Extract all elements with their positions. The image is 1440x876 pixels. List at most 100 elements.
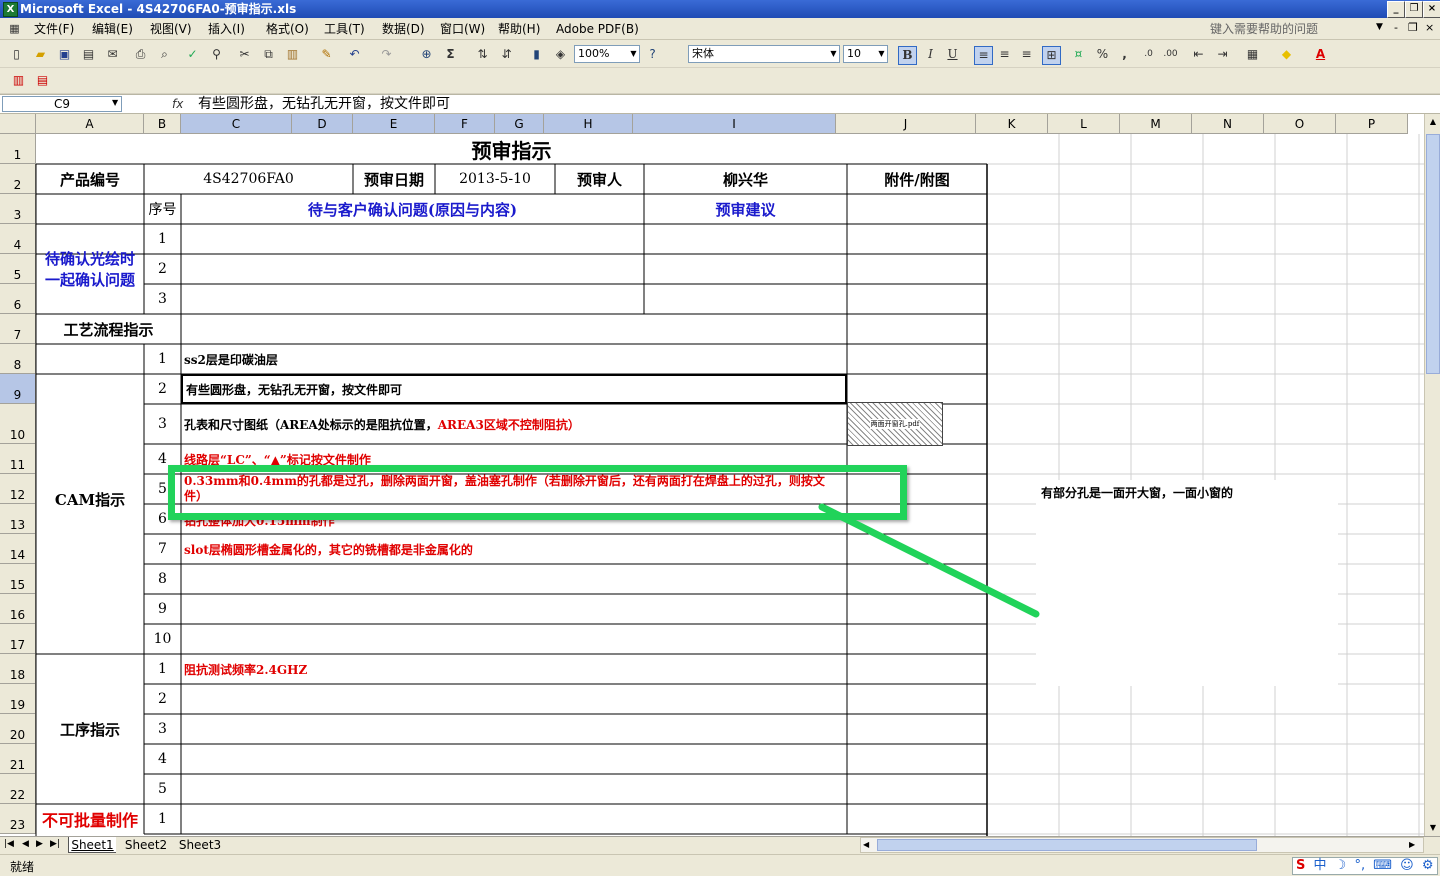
help-icon[interactable]: ? [644,46,661,63]
font-size-select[interactable]: 10 ▼ [843,45,888,63]
menu-format[interactable]: 格式(O) [266,21,309,37]
decrease-indent-icon[interactable]: ⇤ [1190,46,1207,63]
align-right-icon[interactable]: ≡ [1018,46,1035,63]
print-icon[interactable]: ⎙ [132,46,149,63]
ime-toolbar[interactable]: S 中 ☽ °, ⌨ ☺ ⚙ [1292,857,1438,875]
format-painter-icon[interactable]: ✎ [318,46,335,63]
align-center-icon[interactable]: ≡ [996,46,1013,63]
next-sheet-icon[interactable]: ▶ [36,839,43,849]
undo-icon[interactable]: ↶ [346,46,363,63]
ime-lang[interactable]: 中 [1314,858,1327,873]
doc-minimize-icon[interactable]: - [1394,21,1398,34]
autosum-icon[interactable]: Σ [442,46,459,63]
align-left-icon[interactable]: ≡ [974,46,993,65]
sheet-tab[interactable]: Sheet3 [174,837,226,853]
doc-icon[interactable]: ▦ [6,20,23,37]
pdf-toolbar: ▥ ▤ [0,68,1440,94]
sheet-tab[interactable]: Sheet2 [120,837,172,853]
scroll-right-icon[interactable]: ▶ [1409,838,1415,852]
close-button[interactable]: × [1423,1,1440,18]
keyboard-icon[interactable]: ⌨ [1373,858,1392,873]
font-size-value: 10 [847,47,861,60]
font-select[interactable]: 宋体 ▼ [688,45,840,63]
help-dropdown-icon[interactable]: ▼ [1376,22,1383,32]
sort-descending-icon[interactable]: ⇵ [498,46,515,63]
redo-icon[interactable]: ↷ [378,46,395,63]
menu-tools[interactable]: 工具(T) [324,21,365,37]
window-title: Microsoft Excel - 4S42706FA0-预审指示.xls [20,2,297,16]
convert-to-pdf-icon[interactable]: ▥ [10,72,27,89]
fx-icon[interactable]: fx [172,96,188,112]
doc-close-icon[interactable]: × [1425,21,1434,34]
cut-icon[interactable]: ✂ [236,46,253,63]
menu-help[interactable]: 帮助(H) [498,21,540,37]
permission-icon[interactable]: ▤ [80,46,97,63]
menu-data[interactable]: 数据(D) [382,21,425,37]
decrease-decimal-icon[interactable]: .00 [1162,46,1179,63]
wrench-icon[interactable]: ⚙ [1422,858,1434,873]
vertical-scrollbar[interactable]: ▲ ▼ [1424,114,1440,836]
moon-icon[interactable]: ☽ [1335,858,1347,873]
minimize-button[interactable]: _ [1387,1,1405,18]
menu-file[interactable]: 文件(F) [34,21,74,37]
percent-icon[interactable]: % [1094,46,1111,63]
spelling-icon[interactable]: ✓ [184,46,201,63]
drawing-icon[interactable]: ◈ [552,46,569,63]
print-preview-icon[interactable]: ⌕ [156,46,173,63]
menu-edit[interactable]: 编辑(E) [92,21,133,37]
status-ready: 就绪 [10,860,35,874]
comma-icon[interactable]: , [1116,46,1133,63]
scroll-down-icon[interactable]: ▼ [1425,820,1440,836]
pdf-email-icon[interactable]: ▤ [34,72,51,89]
name-box[interactable]: C9 [2,96,122,112]
italic-button[interactable]: I [922,46,939,63]
font-dropdown-icon[interactable]: ▼ [828,46,839,62]
sort-ascending-icon[interactable]: ⇅ [474,46,491,63]
punct-icon[interactable]: °, [1354,858,1365,873]
scroll-up-icon[interactable]: ▲ [1425,114,1440,130]
menu-view[interactable]: 视图(V) [150,21,192,37]
new-icon[interactable]: ▯ [8,46,25,63]
user-icon[interactable]: ☺ [1400,858,1414,873]
menu-window[interactable]: 窗口(W) [440,21,485,37]
title-bar: X Microsoft Excel - 4S42706FA0-预审指示.xls … [0,0,1440,18]
sheet-tab-active[interactable]: Sheet1 [68,837,116,853]
chart-wizard-icon[interactable]: ▮ [528,46,545,63]
borders-icon[interactable]: ▦ [1244,46,1261,63]
increase-indent-icon[interactable]: ⇥ [1214,46,1231,63]
menu-insert[interactable]: 插入(I) [208,21,245,37]
bold-button[interactable]: B [898,46,917,65]
menu-adobe-pdf[interactable]: Adobe PDF(B) [556,21,639,37]
scroll-thumb[interactable] [1426,134,1440,374]
restore-button[interactable]: ❐ [1405,1,1423,18]
increase-decimal-icon[interactable]: .0 [1140,46,1157,63]
scroll-left-icon[interactable]: ◀ [863,838,869,852]
prev-sheet-icon[interactable]: ◀ [22,839,29,849]
last-sheet-icon[interactable]: ▶| [50,839,60,849]
email-icon[interactable]: ✉ [104,46,121,63]
formula-input[interactable]: 有些圆形盘，无钻孔无开窗，按文件即可 [198,95,1198,113]
zoom-select[interactable]: 100% ▼ [574,45,640,63]
fill-color-icon[interactable]: ◆ [1278,46,1295,63]
copy-icon[interactable]: ⧉ [260,46,277,63]
horizontal-scrollbar[interactable]: ◀ ▶ [860,837,1424,853]
underline-button[interactable]: U [944,46,961,63]
name-box-dropdown-icon[interactable]: ▼ [112,98,118,107]
paste-icon[interactable]: ▥ [284,46,301,63]
hyperlink-icon[interactable]: ⊕ [418,46,435,63]
font-color-icon[interactable]: A [1312,46,1329,63]
sogou-icon[interactable]: S [1296,858,1305,873]
zoom-dropdown-icon[interactable]: ▼ [628,46,639,62]
cell-reference: C9 [53,97,70,111]
first-sheet-icon[interactable]: |◀ [4,839,14,849]
open-icon[interactable]: ▰ [32,46,49,63]
worksheet: ABCDEFGHIJKLMNOP 1 2 3 4 5 6 7 8 9 10 11 12 13 14 15 16… [0,114,1424,836]
merge-center-icon[interactable]: ⊞ [1042,46,1061,65]
research-icon[interactable]: ⚲ [208,46,225,63]
help-search-input[interactable]: 键入需要帮助的问题 [1210,21,1390,38]
save-icon[interactable]: ▣ [56,46,73,63]
font-size-dropdown-icon[interactable]: ▼ [876,46,887,62]
currency-icon[interactable]: ¤ [1070,46,1087,63]
doc-restore-icon[interactable]: ❐ [1408,21,1418,34]
h-scroll-thumb[interactable] [877,839,1257,851]
